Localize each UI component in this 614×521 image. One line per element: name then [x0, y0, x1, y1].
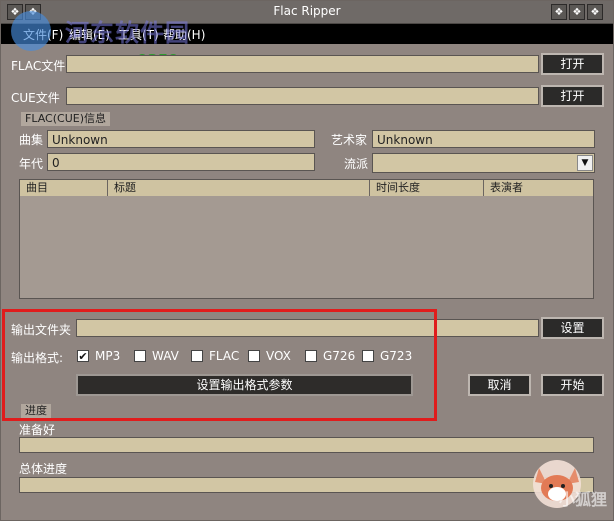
menu-edit[interactable]: 编辑(E) — [69, 26, 110, 43]
title-right-controls: ❖ ❖ ❖ — [551, 4, 603, 20]
artist-input[interactable]: Unknown — [372, 130, 595, 148]
menu-help[interactable]: 帮助(H) — [163, 26, 205, 43]
current-progress-bar — [19, 437, 594, 453]
album-label: 曲集 — [19, 133, 44, 147]
track-table-header: 曲目 标题 时间长度 表演者 — [20, 180, 593, 196]
cue-file-label: CUE文件 — [11, 91, 60, 105]
chevron-down-icon[interactable]: ▼ — [577, 155, 593, 171]
maximize-icon[interactable]: ❖ — [569, 4, 585, 20]
total-progress-bar — [19, 477, 594, 493]
start-button[interactable]: 开始 — [541, 374, 604, 396]
track-table[interactable]: 曲目 标题 时间长度 表演者 — [19, 179, 594, 299]
menu-bar: 文件(F) 编辑(E) 工具(T) 帮助(H) — [1, 24, 613, 44]
menu-tools[interactable]: 工具(T) — [118, 26, 159, 43]
open-cue-button[interactable]: 打开 — [541, 85, 604, 107]
col-performer[interactable]: 表演者 — [484, 180, 594, 196]
genre-select[interactable]: ▼ — [372, 153, 595, 173]
total-progress-label: 总体进度 — [19, 462, 68, 476]
year-label: 年代 — [19, 157, 44, 171]
genre-label: 流派 — [344, 157, 369, 171]
progress-status: 准备好 — [19, 423, 56, 437]
genre-selected-value — [373, 154, 381, 172]
open-flac-button[interactable]: 打开 — [541, 53, 604, 75]
flac-file-label: FLAC文件 — [11, 59, 66, 73]
year-input[interactable]: 0 — [47, 153, 315, 171]
info-group-title: FLAC(CUE)信息 — [21, 112, 110, 126]
cue-file-input[interactable] — [66, 87, 539, 105]
cancel-button[interactable]: 取消 — [468, 374, 531, 396]
minimize-icon[interactable]: ❖ — [551, 4, 567, 20]
close-icon[interactable]: ❖ — [587, 4, 603, 20]
album-input[interactable]: Unknown — [47, 130, 315, 148]
main-window: ❖ ❖ Flac Ripper ❖ ❖ ❖ 文件(F) 编辑(E) 工具(T) … — [0, 0, 614, 521]
menu-file[interactable]: 文件(F) — [23, 26, 63, 43]
highlight-box — [2, 309, 437, 421]
flac-file-input[interactable] — [66, 55, 539, 73]
col-title[interactable]: 标题 — [108, 180, 370, 196]
corner-badge-text: 小狐狸 — [558, 490, 607, 509]
col-duration[interactable]: 时间长度 — [370, 180, 484, 196]
progress-group-title: 进度 — [21, 404, 51, 418]
title-bar: ❖ ❖ Flac Ripper ❖ ❖ ❖ — [1, 1, 613, 24]
artist-label: 艺术家 — [331, 133, 368, 147]
window-title: Flac Ripper — [273, 4, 341, 18]
col-track[interactable]: 曲目 — [20, 180, 108, 196]
output-settings-button[interactable]: 设置 — [541, 317, 604, 339]
